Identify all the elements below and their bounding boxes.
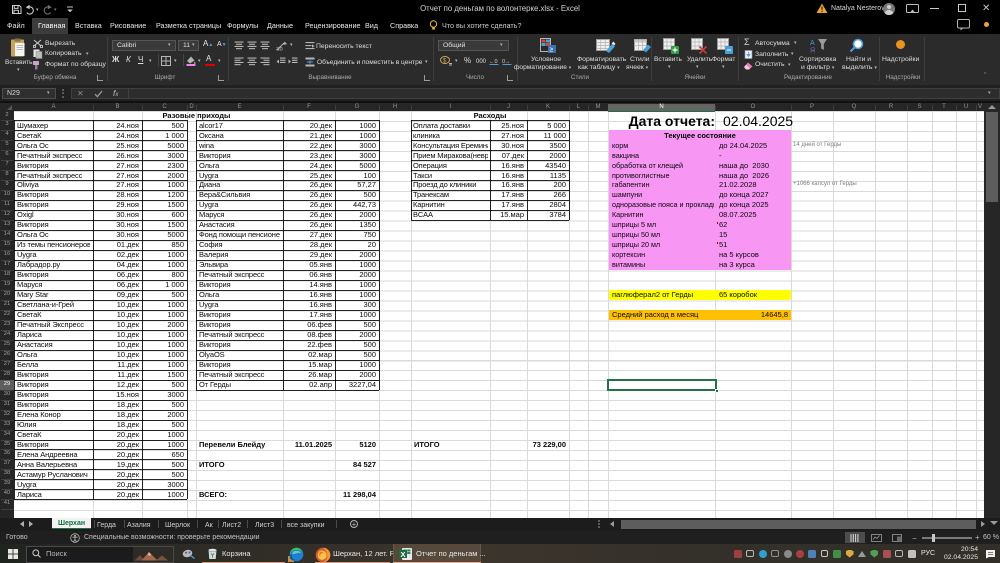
svg-text:Я: Я	[810, 48, 815, 54]
svg-text:ab: ab	[276, 47, 283, 52]
svg-text:X: X	[401, 550, 406, 559]
svg-text:А: А	[810, 40, 815, 47]
svg-text:≥: ≥	[550, 47, 554, 54]
